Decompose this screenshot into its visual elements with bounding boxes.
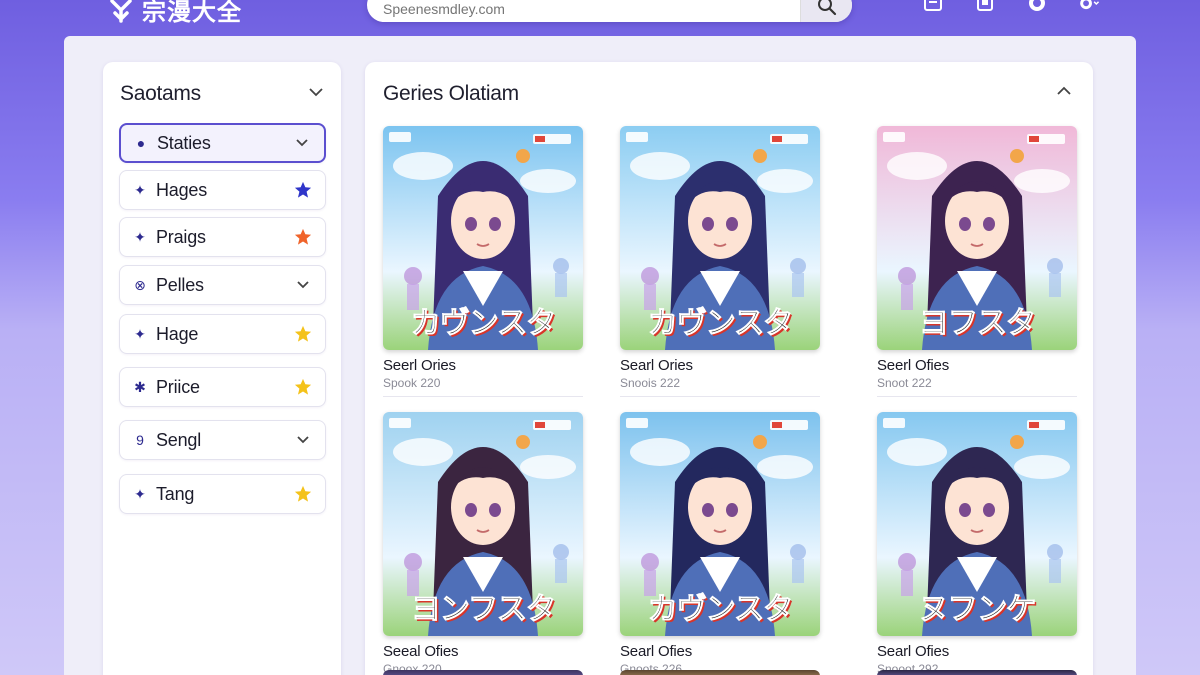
chevron-down-icon[interactable] xyxy=(293,275,313,295)
item-bullet-icon: ✱ xyxy=(134,378,146,395)
star-icon[interactable] xyxy=(293,227,313,247)
cover-title-text: カヴンスタ xyxy=(647,592,793,628)
item-bullet-icon: ✦ xyxy=(134,325,146,342)
card-peek xyxy=(877,670,1077,675)
search-button[interactable] xyxy=(800,0,852,22)
series-panel: Geries Olatiam カヴンスタ Seerl Ories Spook 220… xyxy=(365,62,1093,675)
sidebar-item-label: Hage xyxy=(156,323,199,344)
series-cover-image[interactable]: カヴンスタ xyxy=(620,412,820,636)
star-icon[interactable] xyxy=(293,324,313,344)
series-cover-image[interactable]: カヴンスタ xyxy=(383,126,583,350)
divider xyxy=(877,396,1077,397)
sidebar-item[interactable]: 9 Sengl xyxy=(119,420,326,460)
series-card-subtitle: Snoot 222 xyxy=(877,376,932,390)
sidebar-item[interactable]: ⊗ Pelles xyxy=(119,265,326,305)
logo-icon xyxy=(108,0,134,23)
divider xyxy=(620,396,820,397)
search-icon xyxy=(817,0,837,21)
series-card[interactable]: ヨンフスタ Seeal Ofies Gnoox 220 xyxy=(383,412,583,675)
series-card-subtitle: Snoois 222 xyxy=(620,376,681,390)
star-icon[interactable] xyxy=(293,377,313,397)
sidebar-item[interactable]: ✦ Hage xyxy=(119,314,326,354)
cover-title-text: カヴンスタ xyxy=(647,306,793,342)
card-peek xyxy=(383,670,583,675)
user-menu-icon[interactable] xyxy=(1078,0,1100,14)
grid-icon[interactable] xyxy=(922,0,944,14)
item-bullet-icon: ✦ xyxy=(134,485,146,502)
chevron-down-icon[interactable] xyxy=(292,133,312,153)
series-card-subtitle: Spook 220 xyxy=(383,376,441,390)
sidebar-item[interactable]: ● Staties xyxy=(119,123,326,163)
app-logo[interactable]: 宗漫大全 xyxy=(108,0,242,27)
star-icon[interactable] xyxy=(293,180,313,200)
item-bullet-icon: ● xyxy=(136,135,146,151)
chevron-up-icon[interactable] xyxy=(1055,84,1073,98)
chevron-down-icon[interactable] xyxy=(293,430,313,450)
series-card-title[interactable]: Seerl Ories xyxy=(383,357,583,374)
item-bullet-icon: ✦ xyxy=(134,228,146,245)
cover-title-text: ヨフスタ xyxy=(919,306,1037,342)
series-card[interactable]: カヴンスタ Seerl Ories Spook 220 xyxy=(383,126,583,397)
divider xyxy=(383,396,583,397)
chevron-down-icon[interactable] xyxy=(307,85,325,99)
series-card[interactable]: ヌフンケ Searl Ofies Snooot 292 xyxy=(877,412,1077,675)
series-cover-image[interactable]: ヌフンケ xyxy=(877,412,1077,636)
cover-title-text: カヴンスタ xyxy=(410,306,556,342)
sidebar-item-label: Tang xyxy=(156,483,195,504)
series-panel-title: Geries Olatiam xyxy=(383,82,519,105)
top-icons xyxy=(922,0,1100,14)
sidebar-item-label: Priice xyxy=(156,376,200,397)
item-bullet-icon: ⊗ xyxy=(134,276,146,293)
sidebar-item-label: Praigs xyxy=(156,226,206,247)
series-card-title[interactable]: Seerl Ofies xyxy=(877,357,1077,374)
series-card-title[interactable]: Searl Ofies xyxy=(620,643,820,660)
search-bar xyxy=(367,0,852,22)
series-card[interactable]: ヨフスタ Seerl Ofies Snoot 222 xyxy=(877,126,1077,397)
sidebar-item[interactable]: ✱ Priice xyxy=(119,367,326,407)
top-bar: 宗漫大全 xyxy=(0,0,1200,36)
sidebar-item[interactable]: ✦ Praigs xyxy=(119,217,326,257)
notification-icon[interactable] xyxy=(1026,0,1048,14)
series-cover-image[interactable]: ヨフスタ xyxy=(877,126,1077,350)
sidebar-item[interactable]: ✦ Hages xyxy=(119,170,326,210)
series-cover-image[interactable]: カヴンスタ xyxy=(620,126,820,350)
sidebar-item-label: Sengl xyxy=(156,429,202,450)
star-icon[interactable] xyxy=(293,484,313,504)
tag-icon[interactable] xyxy=(974,0,996,14)
series-card-title[interactable]: Searl Ofies xyxy=(877,643,1077,660)
sidebar-title: Saotams xyxy=(120,82,201,105)
series-card-title[interactable]: Searl Ories xyxy=(620,357,820,374)
sidebar-item-label: Hages xyxy=(156,179,208,200)
sidebar-item[interactable]: ✦ Tang xyxy=(119,474,326,514)
sidebar-item-label: Staties xyxy=(157,132,211,153)
series-card[interactable]: カヴンスタ Searl Ofies Gnoots 226 xyxy=(620,412,820,675)
series-card[interactable]: カヴンスタ Searl Ories Snoois 222 xyxy=(620,126,820,397)
sidebar: Saotams ● Staties ✦ Hages ✦ Praigs ⊗ Pelles ✦ Hag… xyxy=(103,62,341,675)
item-bullet-icon: 9 xyxy=(136,432,144,448)
card-peek xyxy=(620,670,820,675)
cover-title-text: ヨンフスタ xyxy=(410,592,556,628)
series-cover-image[interactable]: ヨンフスタ xyxy=(383,412,583,636)
series-card-title[interactable]: Seeal Ofies xyxy=(383,643,583,660)
cover-title-text: ヌフンケ xyxy=(918,592,1037,628)
sidebar-item-label: Pelles xyxy=(156,274,204,295)
search-input[interactable] xyxy=(367,0,800,22)
app-logo-text: 宗漫大全 xyxy=(142,0,242,26)
item-bullet-icon: ✦ xyxy=(134,181,146,198)
